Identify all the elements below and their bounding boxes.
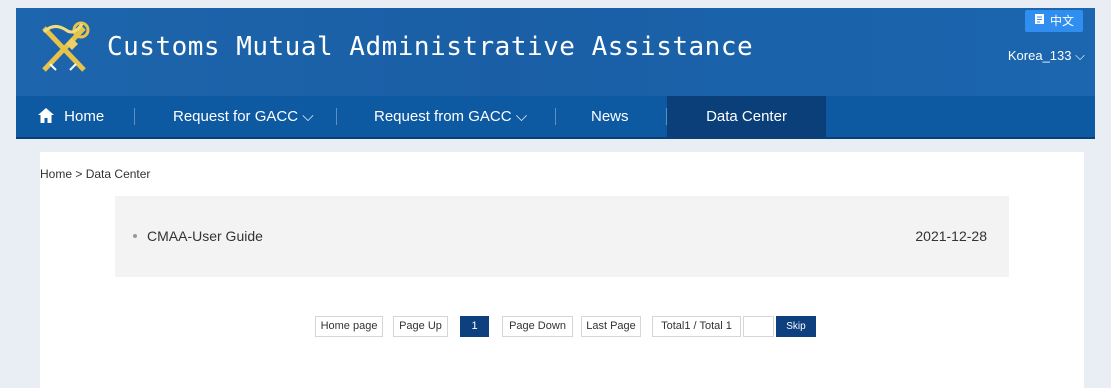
last-page-button[interactable]: Last Page: [581, 316, 641, 337]
main-nav: Home Request for GACC ⌵ Request from GAC…: [16, 96, 1095, 139]
chevron-down-icon: ⌵: [1075, 48, 1085, 63]
user-menu[interactable]: Korea_133 ⌵: [1008, 48, 1085, 64]
nav-item-label: Data Center: [706, 108, 787, 125]
nav-item-label: Request for GACC: [173, 108, 299, 125]
site-title: Customs Mutual Administrative Assistance: [107, 32, 754, 62]
chevron-down-icon: ⌵: [515, 108, 528, 125]
nav-item-label: Request from GACC: [374, 108, 512, 125]
customs-emblem-icon: [36, 18, 92, 78]
breadcrumb-home-link[interactable]: Home: [40, 167, 72, 181]
document-list: CMAA-User Guide 2021-12-28: [115, 196, 1009, 277]
nav-divider: [134, 108, 135, 125]
nav-divider: [336, 108, 337, 125]
home-icon: [38, 108, 64, 125]
current-page-button[interactable]: 1: [460, 316, 489, 337]
site-header: Customs Mutual Administrative Assistance…: [16, 8, 1095, 96]
content-panel: Home > Data Center CMAA-User Guide 2021-…: [40, 152, 1084, 388]
home-page-button[interactable]: Home page: [315, 316, 383, 337]
language-switch-button[interactable]: 中文: [1024, 10, 1083, 32]
nav-item-label: Home: [64, 108, 105, 125]
list-item-date: 2021-12-28: [915, 228, 987, 244]
page-total-label: Total1 / Total 1: [652, 316, 741, 337]
nav-item-request-for-gacc[interactable]: Request for GACC ⌵: [173, 96, 314, 137]
document-icon: [1034, 10, 1045, 32]
language-label: 中文: [1049, 14, 1074, 28]
list-item: CMAA-User Guide 2021-12-28: [133, 228, 989, 244]
page-jump-input[interactable]: [743, 316, 774, 337]
nav-item-request-from-gacc[interactable]: Request from GACC ⌵: [374, 96, 527, 137]
nav-item-label: News: [591, 108, 629, 125]
page-down-button[interactable]: Page Down: [502, 316, 573, 337]
list-item-title-link[interactable]: CMAA-User Guide: [147, 228, 263, 244]
nav-divider: [555, 108, 556, 125]
breadcrumb-current: Data Center: [85, 167, 151, 181]
breadcrumb: Home > Data Center: [40, 167, 150, 181]
nav-item-news[interactable]: News: [591, 96, 629, 137]
nav-item-data-center[interactable]: Data Center: [667, 96, 826, 137]
bullet-icon: [133, 234, 137, 238]
chevron-down-icon: ⌵: [302, 108, 314, 125]
username: Korea_133: [1007, 48, 1072, 63]
skip-button[interactable]: Skip: [776, 316, 816, 337]
nav-item-home[interactable]: Home: [38, 96, 104, 137]
page-up-button[interactable]: Page Up: [393, 316, 448, 337]
breadcrumb-separator: >: [75, 167, 83, 181]
